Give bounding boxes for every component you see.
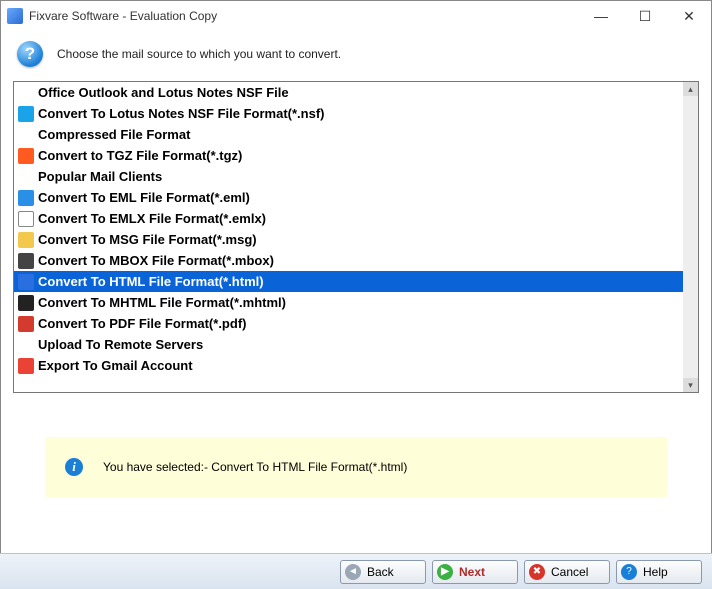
footer-bar: ◄ Back ▶ Next ✖ Cancel ? Help <box>0 553 712 589</box>
question-icon: ? <box>17 41 43 67</box>
pdf-icon <box>18 316 34 332</box>
emlx-icon <box>18 211 34 227</box>
titlebar: Fixvare Software - Evaluation Copy — ☐ ✕ <box>1 1 711 31</box>
list-item-label: Convert To PDF File Format(*.pdf) <box>38 313 246 334</box>
list-item[interactable]: Convert To PDF File Format(*.pdf) <box>14 313 683 334</box>
format-listbox[interactable]: Office Outlook and Lotus Notes NSF FileC… <box>13 81 699 393</box>
back-button[interactable]: ◄ Back <box>340 560 426 584</box>
list-item-label: Popular Mail Clients <box>38 166 162 187</box>
list-item-label: Convert To MBOX File Format(*.mbox) <box>38 250 274 271</box>
list-item-label: Office Outlook and Lotus Notes NSF File <box>38 82 289 103</box>
list-item[interactable]: Convert To HTML File Format(*.html) <box>14 271 683 292</box>
window-controls: — ☐ ✕ <box>579 1 711 31</box>
list-item[interactable]: Convert To Lotus Notes NSF File Format(*… <box>14 103 683 124</box>
instruction-bar: ? Choose the mail source to which you wa… <box>1 31 711 77</box>
mhtml-icon <box>18 295 34 311</box>
gmail-icon <box>18 358 34 374</box>
list-item-label: Convert to TGZ File Format(*.tgz) <box>38 145 242 166</box>
info-icon: i <box>65 458 83 476</box>
list-item[interactable]: Convert To EMLX File Format(*.emlx) <box>14 208 683 229</box>
list-item-label: Compressed File Format <box>38 124 190 145</box>
list-item-label: Convert To MSG File Format(*.msg) <box>38 229 257 250</box>
list-item[interactable]: Export To Gmail Account <box>14 355 683 376</box>
html-icon <box>18 274 34 290</box>
maximize-button[interactable]: ☐ <box>623 1 667 31</box>
list-item[interactable]: Convert To MSG File Format(*.msg) <box>14 229 683 250</box>
list-item[interactable]: Convert to TGZ File Format(*.tgz) <box>14 145 683 166</box>
app-icon <box>7 8 23 24</box>
list-item-label: Upload To Remote Servers <box>38 334 203 355</box>
list-header: Compressed File Format <box>14 124 683 145</box>
next-icon: ▶ <box>437 564 453 580</box>
list-item-label: Convert To HTML File Format(*.html) <box>38 271 264 292</box>
help-label: Help <box>643 565 668 579</box>
list-header: Popular Mail Clients <box>14 166 683 187</box>
list-item[interactable]: Convert To MHTML File Format(*.mhtml) <box>14 292 683 313</box>
list-header: Upload To Remote Servers <box>14 334 683 355</box>
nsf-icon <box>18 106 34 122</box>
back-icon: ◄ <box>345 564 361 580</box>
cancel-button[interactable]: ✖ Cancel <box>524 560 610 584</box>
list-header: Office Outlook and Lotus Notes NSF File <box>14 82 683 103</box>
minimize-button[interactable]: — <box>579 1 623 31</box>
help-icon: ? <box>621 564 637 580</box>
close-button[interactable]: ✕ <box>667 1 711 31</box>
mbox-icon <box>18 253 34 269</box>
list-item[interactable]: Convert To EML File Format(*.eml) <box>14 187 683 208</box>
next-label: Next <box>459 565 485 579</box>
list-item-label: Export To Gmail Account <box>38 355 193 376</box>
cancel-label: Cancel <box>551 565 588 579</box>
tgz-icon <box>18 148 34 164</box>
cancel-icon: ✖ <box>529 564 545 580</box>
info-text: You have selected:- Convert To HTML File… <box>103 460 407 474</box>
scrollbar[interactable] <box>683 82 698 392</box>
back-label: Back <box>367 565 394 579</box>
list-item[interactable]: Convert To MBOX File Format(*.mbox) <box>14 250 683 271</box>
instruction-text: Choose the mail source to which you want… <box>57 47 341 61</box>
list-item-label: Convert To EMLX File Format(*.emlx) <box>38 208 266 229</box>
next-button[interactable]: ▶ Next <box>432 560 518 584</box>
help-button[interactable]: ? Help <box>616 560 702 584</box>
eml-icon <box>18 190 34 206</box>
info-panel: i You have selected:- Convert To HTML Fi… <box>45 437 667 497</box>
list-item-label: Convert To EML File Format(*.eml) <box>38 187 250 208</box>
window-title: Fixvare Software - Evaluation Copy <box>29 9 217 23</box>
list-item-label: Convert To Lotus Notes NSF File Format(*… <box>38 103 325 124</box>
list-item-label: Convert To MHTML File Format(*.mhtml) <box>38 292 286 313</box>
msg-icon <box>18 232 34 248</box>
